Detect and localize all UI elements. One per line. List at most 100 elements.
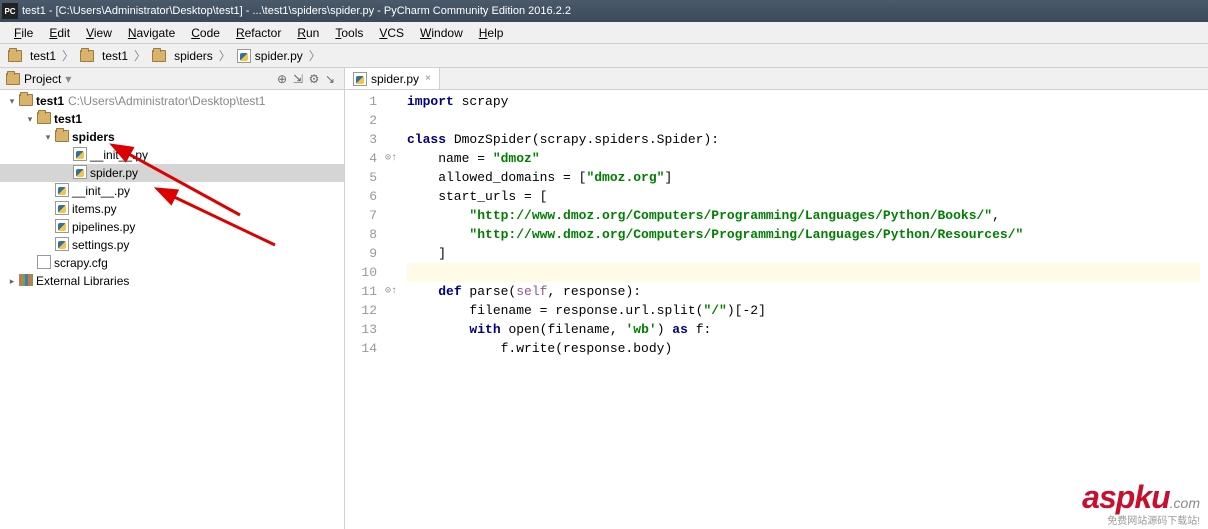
collapse-all-icon[interactable]: ⇲ [290, 72, 306, 86]
code-content[interactable]: import scrapy class DmozSpider(scrapy.sp… [399, 90, 1208, 529]
tree-item-spiders[interactable]: ▾ spiders [0, 128, 344, 146]
code-line-6[interactable]: start_urls = [ [407, 187, 1200, 206]
menu-vcs[interactable]: VCS [371, 24, 412, 42]
py-icon [72, 147, 88, 164]
folder-icon [36, 112, 52, 127]
hide-icon[interactable]: ↘ [322, 72, 338, 86]
chevron-right-icon: 〉 [217, 47, 233, 64]
folder-icon [6, 73, 20, 85]
py-icon [72, 165, 88, 182]
menu-code[interactable]: Code [183, 24, 228, 42]
breadcrumb-spiders[interactable]: spiders [148, 49, 217, 63]
breadcrumb-spider.py[interactable]: spider.py [233, 49, 307, 63]
line-gutter: 1234567891011121314 [345, 90, 383, 529]
chevron-right-icon: 〉 [132, 47, 148, 64]
tree-item-test1[interactable]: ▾ test1 C:\Users\Administrator\Desktop\tes… [0, 92, 344, 110]
folder-icon [8, 50, 22, 62]
menu-file[interactable]: File [6, 24, 41, 42]
chevron-right-icon: 〉 [60, 47, 76, 64]
menu-help[interactable]: Help [471, 24, 512, 42]
tree-item-spider.py[interactable]: spider.py [0, 164, 344, 182]
tree-item-scrapy.cfg[interactable]: scrapy.cfg [0, 254, 344, 272]
code-line-14[interactable]: f.write(response.body) [407, 339, 1200, 358]
breadcrumb-test1[interactable]: test1 [4, 49, 60, 63]
folder-icon [54, 130, 70, 145]
folder-icon [18, 94, 34, 109]
code-line-4[interactable]: name = "dmoz" [407, 149, 1200, 168]
code-line-5[interactable]: allowed_domains = ["dmoz.org"] [407, 168, 1200, 187]
tree-label: spider.py [90, 166, 138, 180]
close-icon[interactable]: × [425, 73, 431, 84]
gutter-markers: ⊙↑⊙↑ [383, 90, 399, 529]
code-line-10[interactable] [407, 263, 1200, 282]
py-icon [54, 201, 70, 218]
menu-tools[interactable]: Tools [327, 24, 371, 42]
editor-tab-label: spider.py [371, 72, 419, 86]
watermark: aspku.com 免费网站源码下载站! [1082, 479, 1200, 527]
tree-arrow-icon[interactable]: ▾ [6, 96, 18, 107]
editor-area: spider.py × 1234567891011121314 ⊙↑⊙↑ imp… [345, 68, 1208, 529]
tree-item-__init__.py[interactable]: __init__.py [0, 182, 344, 200]
folder-icon [80, 50, 94, 62]
menu-navigate[interactable]: Navigate [120, 24, 183, 42]
tree-item-settings.py[interactable]: settings.py [0, 236, 344, 254]
tree-label: scrapy.cfg [54, 256, 108, 270]
tree-label: spiders [72, 130, 115, 144]
menu-refactor[interactable]: Refactor [228, 24, 289, 42]
tree-item-External Libraries[interactable]: ▸ External Libraries [0, 272, 344, 290]
lib-icon [18, 274, 34, 289]
menu-view[interactable]: View [78, 24, 120, 42]
tree-label: test1 [54, 112, 82, 126]
project-tree[interactable]: ▾test1C:\Users\Administrator\Desktop\tes… [0, 90, 344, 529]
py-icon [54, 237, 70, 254]
scroll-from-source-icon[interactable]: ⊕ [274, 72, 290, 86]
project-panel-header[interactable]: Project ▾ ⊕ ⇲ ⚙ ↘ [0, 68, 344, 90]
py-icon [54, 183, 70, 200]
editor-tab-spider[interactable]: spider.py × [345, 68, 440, 89]
tree-item-items.py[interactable]: items.py [0, 200, 344, 218]
tree-label: External Libraries [36, 274, 129, 288]
tree-item-test1[interactable]: ▾ test1 [0, 110, 344, 128]
folder-icon [152, 50, 166, 62]
tree-path: C:\Users\Administrator\Desktop\test1 [68, 94, 265, 108]
menu-edit[interactable]: Edit [41, 24, 78, 42]
window-title: test1 - [C:\Users\Administrator\Desktop\… [22, 5, 1206, 17]
tree-item-pipelines.py[interactable]: pipelines.py [0, 218, 344, 236]
py-icon [54, 219, 70, 236]
window-titlebar: PC test1 - [C:\Users\Administrator\Deskt… [0, 0, 1208, 22]
tree-label: pipelines.py [72, 220, 135, 234]
tree-arrow-icon[interactable]: ▾ [24, 114, 36, 125]
code-line-7[interactable]: "http://www.dmoz.org/Computers/Programmi… [407, 206, 1200, 225]
tree-arrow-icon[interactable]: ▾ [42, 132, 54, 143]
dropdown-icon[interactable]: ▾ [65, 72, 71, 86]
app-icon: PC [2, 3, 18, 19]
tree-label: settings.py [72, 238, 129, 252]
code-editor[interactable]: 1234567891011121314 ⊙↑⊙↑ import scrapy c… [345, 90, 1208, 529]
editor-tabs: spider.py × [345, 68, 1208, 90]
code-line-11[interactable]: def parse(self, response): [407, 282, 1200, 301]
tree-label: __init__.py [90, 148, 148, 162]
code-line-2[interactable] [407, 111, 1200, 130]
code-line-3[interactable]: class DmozSpider(scrapy.spiders.Spider): [407, 130, 1200, 149]
python-file-icon [353, 72, 367, 86]
code-line-9[interactable]: ] [407, 244, 1200, 263]
chevron-right-icon: 〉 [307, 47, 323, 64]
project-sidebar: Project ▾ ⊕ ⇲ ⚙ ↘ ▾test1C:\Users\Adminis… [0, 68, 345, 529]
menu-window[interactable]: Window [412, 24, 471, 42]
tree-label: items.py [72, 202, 117, 216]
menu-bar: FileEditViewNavigateCodeRefactorRunTools… [0, 22, 1208, 44]
code-line-8[interactable]: "http://www.dmoz.org/Computers/Programmi… [407, 225, 1200, 244]
tree-item-__init__.py[interactable]: __init__.py [0, 146, 344, 164]
code-line-12[interactable]: filename = response.url.split("/")[-2] [407, 301, 1200, 320]
breadcrumb-bar: test1〉test1〉spiders〉spider.py〉 [0, 44, 1208, 68]
menu-run[interactable]: Run [289, 24, 327, 42]
gear-icon[interactable]: ⚙ [306, 72, 322, 86]
tree-arrow-icon[interactable]: ▸ [6, 276, 18, 287]
breadcrumb-test1[interactable]: test1 [76, 49, 132, 63]
py-icon [237, 49, 251, 63]
tree-label: test1 [36, 94, 64, 108]
tree-label: __init__.py [72, 184, 130, 198]
code-line-1[interactable]: import scrapy [407, 92, 1200, 111]
code-line-13[interactable]: with open(filename, 'wb') as f: [407, 320, 1200, 339]
file-icon [36, 255, 52, 272]
